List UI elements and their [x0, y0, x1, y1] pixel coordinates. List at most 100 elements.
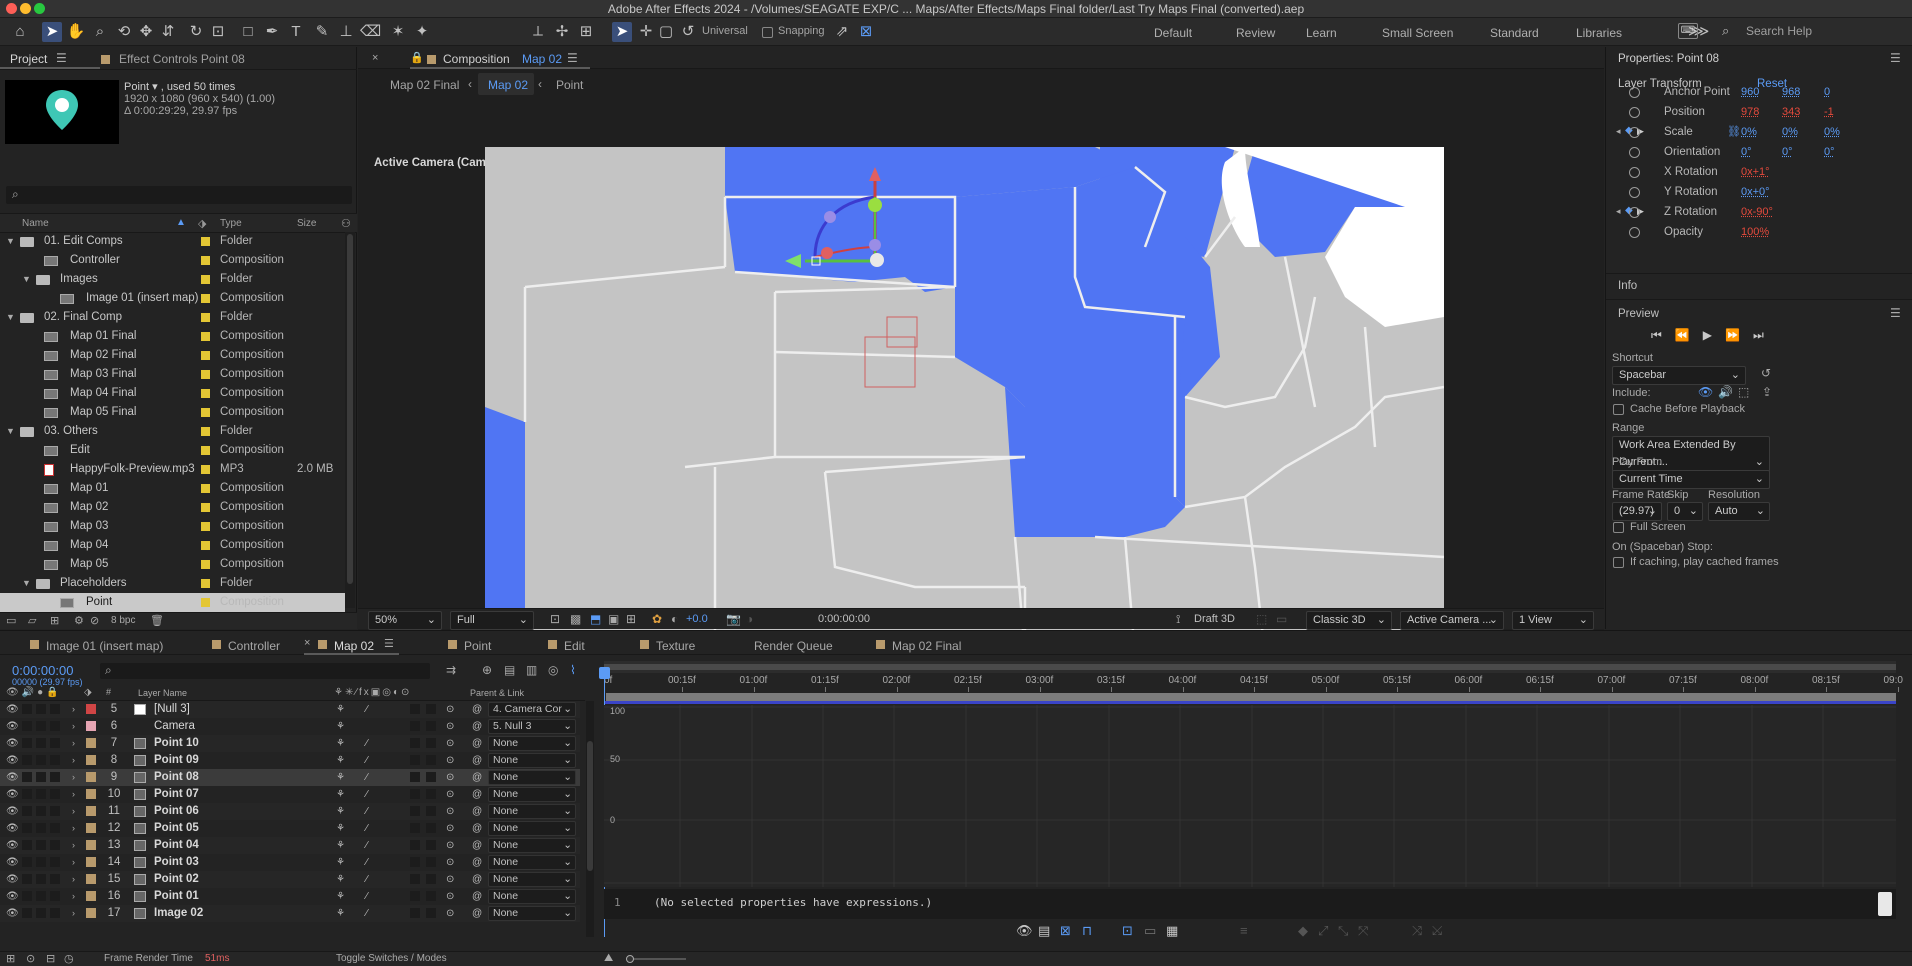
- lock-toggle[interactable]: [50, 806, 60, 816]
- audio-toggle[interactable]: [22, 840, 32, 850]
- panel-menu-icon[interactable]: ☰: [1890, 51, 1901, 65]
- project-scrollbar[interactable]: [345, 232, 355, 608]
- project-settings-icon[interactable]: ⚙: [74, 614, 84, 627]
- shy-switch-icon[interactable]: ⚘: [336, 888, 345, 905]
- disclosure-triangle-icon[interactable]: ▼: [6, 422, 15, 441]
- shy-switch-icon[interactable]: ⚘: [336, 752, 345, 769]
- cached-frames-checkbox[interactable]: [1613, 557, 1624, 568]
- lock-toggle[interactable]: [50, 789, 60, 799]
- guides-icon[interactable]: ▣: [608, 612, 619, 626]
- expand-layer-icon[interactable]: ›: [72, 905, 75, 922]
- skip-dropdown[interactable]: 0 ⌄: [1667, 502, 1703, 521]
- info-panel-title[interactable]: Info: [1618, 280, 1637, 292]
- solo-toggle[interactable]: [36, 806, 46, 816]
- move-3d-icon[interactable]: ✛: [636, 22, 656, 42]
- layer-name[interactable]: Image 02: [154, 905, 203, 922]
- motion-blur-toggle[interactable]: [426, 823, 436, 833]
- motion-blur-toggle[interactable]: [426, 772, 436, 782]
- hand-tool-icon[interactable]: ✋: [66, 22, 86, 42]
- separate-dimensions-icon[interactable]: ▦: [1166, 923, 1178, 939]
- disclosure-triangle-icon[interactable]: ▼: [6, 232, 15, 251]
- zoom-slider[interactable]: [626, 955, 686, 963]
- project-item[interactable]: Controller Composition: [0, 251, 345, 270]
- project-item[interactable]: HappyFolk-Preview.mp3 MP3 2.0 MB: [0, 460, 345, 479]
- project-item[interactable]: Map 01 Final Composition: [0, 327, 345, 346]
- timeline-tab-image-01-insert-map-[interactable]: Image 01 (insert map): [46, 639, 163, 653]
- property-value-y[interactable]: 343: [1782, 106, 1800, 118]
- timeline-tab-texture[interactable]: Texture: [656, 639, 695, 653]
- color-depth-icon[interactable]: ⊘: [90, 614, 99, 627]
- trash-icon[interactable]: 🗑: [150, 614, 164, 627]
- new-comp-icon[interactable]: ⊞: [50, 614, 59, 627]
- stopwatch-icon[interactable]: [1629, 207, 1640, 218]
- label-tag-icon[interactable]: ⬗: [198, 217, 206, 230]
- column-name[interactable]: Name: [22, 218, 49, 229]
- transparency-grid-icon[interactable]: ▩: [570, 612, 581, 626]
- label-swatch[interactable]: [201, 332, 210, 341]
- label-swatch[interactable]: [201, 598, 210, 607]
- solo-toggle[interactable]: [36, 891, 46, 901]
- zoom-tool-icon[interactable]: ⌕: [90, 22, 110, 42]
- 3d-layer-icon[interactable]: ⊙: [446, 769, 454, 786]
- project-item[interactable]: Edit Composition: [0, 441, 345, 460]
- pen-tool-icon[interactable]: ✒: [262, 22, 282, 42]
- tab-menu-icon[interactable]: ☰: [384, 637, 394, 650]
- type-tool-icon[interactable]: T: [286, 22, 306, 42]
- shy-switch-icon[interactable]: ⚘: [336, 803, 345, 820]
- 3d-layer-icon[interactable]: ⊙: [446, 854, 454, 871]
- pick-whip-icon[interactable]: @: [472, 752, 482, 769]
- layer-row[interactable]: 👁 › 14 Point 03 ⚘ ∕ ⊙ @ None ⌄: [0, 854, 580, 871]
- roto-brush-icon[interactable]: ✶: [388, 22, 408, 42]
- motion-blur-toggle[interactable]: [426, 755, 436, 765]
- layer-row[interactable]: 👁 › 10 Point 07 ⚘ ∕ ⊙ @ None ⌄: [0, 786, 580, 803]
- view-layout-dropdown[interactable]: 1 View ⌄: [1512, 611, 1594, 630]
- rotate-3d-icon[interactable]: ↺: [678, 22, 698, 42]
- easy-ease-out-icon[interactable]: ⤩: [1432, 923, 1442, 939]
- layer-name[interactable]: Point 08: [154, 769, 199, 786]
- expand-layer-icon[interactable]: ›: [72, 786, 75, 803]
- fit-all-icon[interactable]: ▭: [1144, 923, 1156, 939]
- lock-toggle[interactable]: [50, 823, 60, 833]
- shy-switch-icon[interactable]: ⚘: [336, 718, 345, 735]
- project-search-input[interactable]: ⌕: [6, 186, 352, 204]
- breadcrumb-point[interactable]: Point: [556, 78, 583, 92]
- audio-toggle[interactable]: [22, 857, 32, 867]
- motion-blur-toggle[interactable]: [426, 874, 436, 884]
- shy-switch-icon[interactable]: ⚘: [336, 837, 345, 854]
- adjustment-toggle[interactable]: [410, 857, 420, 867]
- solo-toggle[interactable]: [36, 840, 46, 850]
- transform-box-icon[interactable]: ⊠: [1060, 923, 1071, 939]
- property-value-x[interactable]: 0x+0°: [1741, 186, 1770, 198]
- shy-switch-icon[interactable]: ⚘: [336, 769, 345, 786]
- timeline-tab-render-queue[interactable]: Render Queue: [754, 639, 833, 653]
- tab-project[interactable]: Project: [10, 52, 47, 66]
- layer-row[interactable]: 👁 › 13 Point 04 ⚘ ∕ ⊙ @ None ⌄: [0, 837, 580, 854]
- last-frame-icon[interactable]: ⏭: [1753, 328, 1777, 342]
- expression-scroll-handle[interactable]: [1878, 892, 1892, 916]
- layer-label-swatch[interactable]: [86, 755, 96, 765]
- eye-icon[interactable]: 👁: [6, 769, 19, 786]
- linear-keyframe-icon[interactable]: ⤢: [1318, 923, 1328, 939]
- label-swatch[interactable]: [201, 446, 210, 455]
- workspace-default[interactable]: Default: [1154, 26, 1192, 40]
- parent-dropdown[interactable]: None ⌄: [488, 770, 576, 785]
- adjustment-toggle[interactable]: [410, 721, 420, 731]
- label-swatch[interactable]: [201, 408, 210, 417]
- eye-icon[interactable]: 👁: [6, 752, 19, 769]
- property-value-x[interactable]: 960: [1741, 86, 1759, 98]
- 3d-layer-icon[interactable]: ⊙: [446, 871, 454, 888]
- world-axis-icon[interactable]: ✢: [552, 22, 572, 42]
- parent-dropdown[interactable]: None ⌄: [488, 872, 576, 887]
- layer-row[interactable]: 👁 › 5 [Null 3] ⚘ ∕ ⊙ @4. Camera Cor ⌄: [0, 701, 580, 718]
- dolly-camera-icon[interactable]: ⇵: [158, 22, 178, 42]
- quality-switch-icon[interactable]: ∕: [366, 837, 368, 854]
- auto-bezier-icon[interactable]: ⤡: [1338, 923, 1348, 939]
- project-item[interactable]: Point Composition: [0, 593, 345, 612]
- current-time-display[interactable]: 0:00:00:00: [818, 613, 870, 625]
- external-video-icon[interactable]: ⇪: [1762, 385, 1772, 399]
- shy-switch-icon[interactable]: ⚘: [336, 786, 345, 803]
- view-axis-icon[interactable]: ⊞: [576, 22, 596, 42]
- adjustment-toggle[interactable]: [410, 755, 420, 765]
- quality-switch-icon[interactable]: ∕: [366, 701, 368, 718]
- layer-name[interactable]: [Null 3]: [154, 701, 190, 718]
